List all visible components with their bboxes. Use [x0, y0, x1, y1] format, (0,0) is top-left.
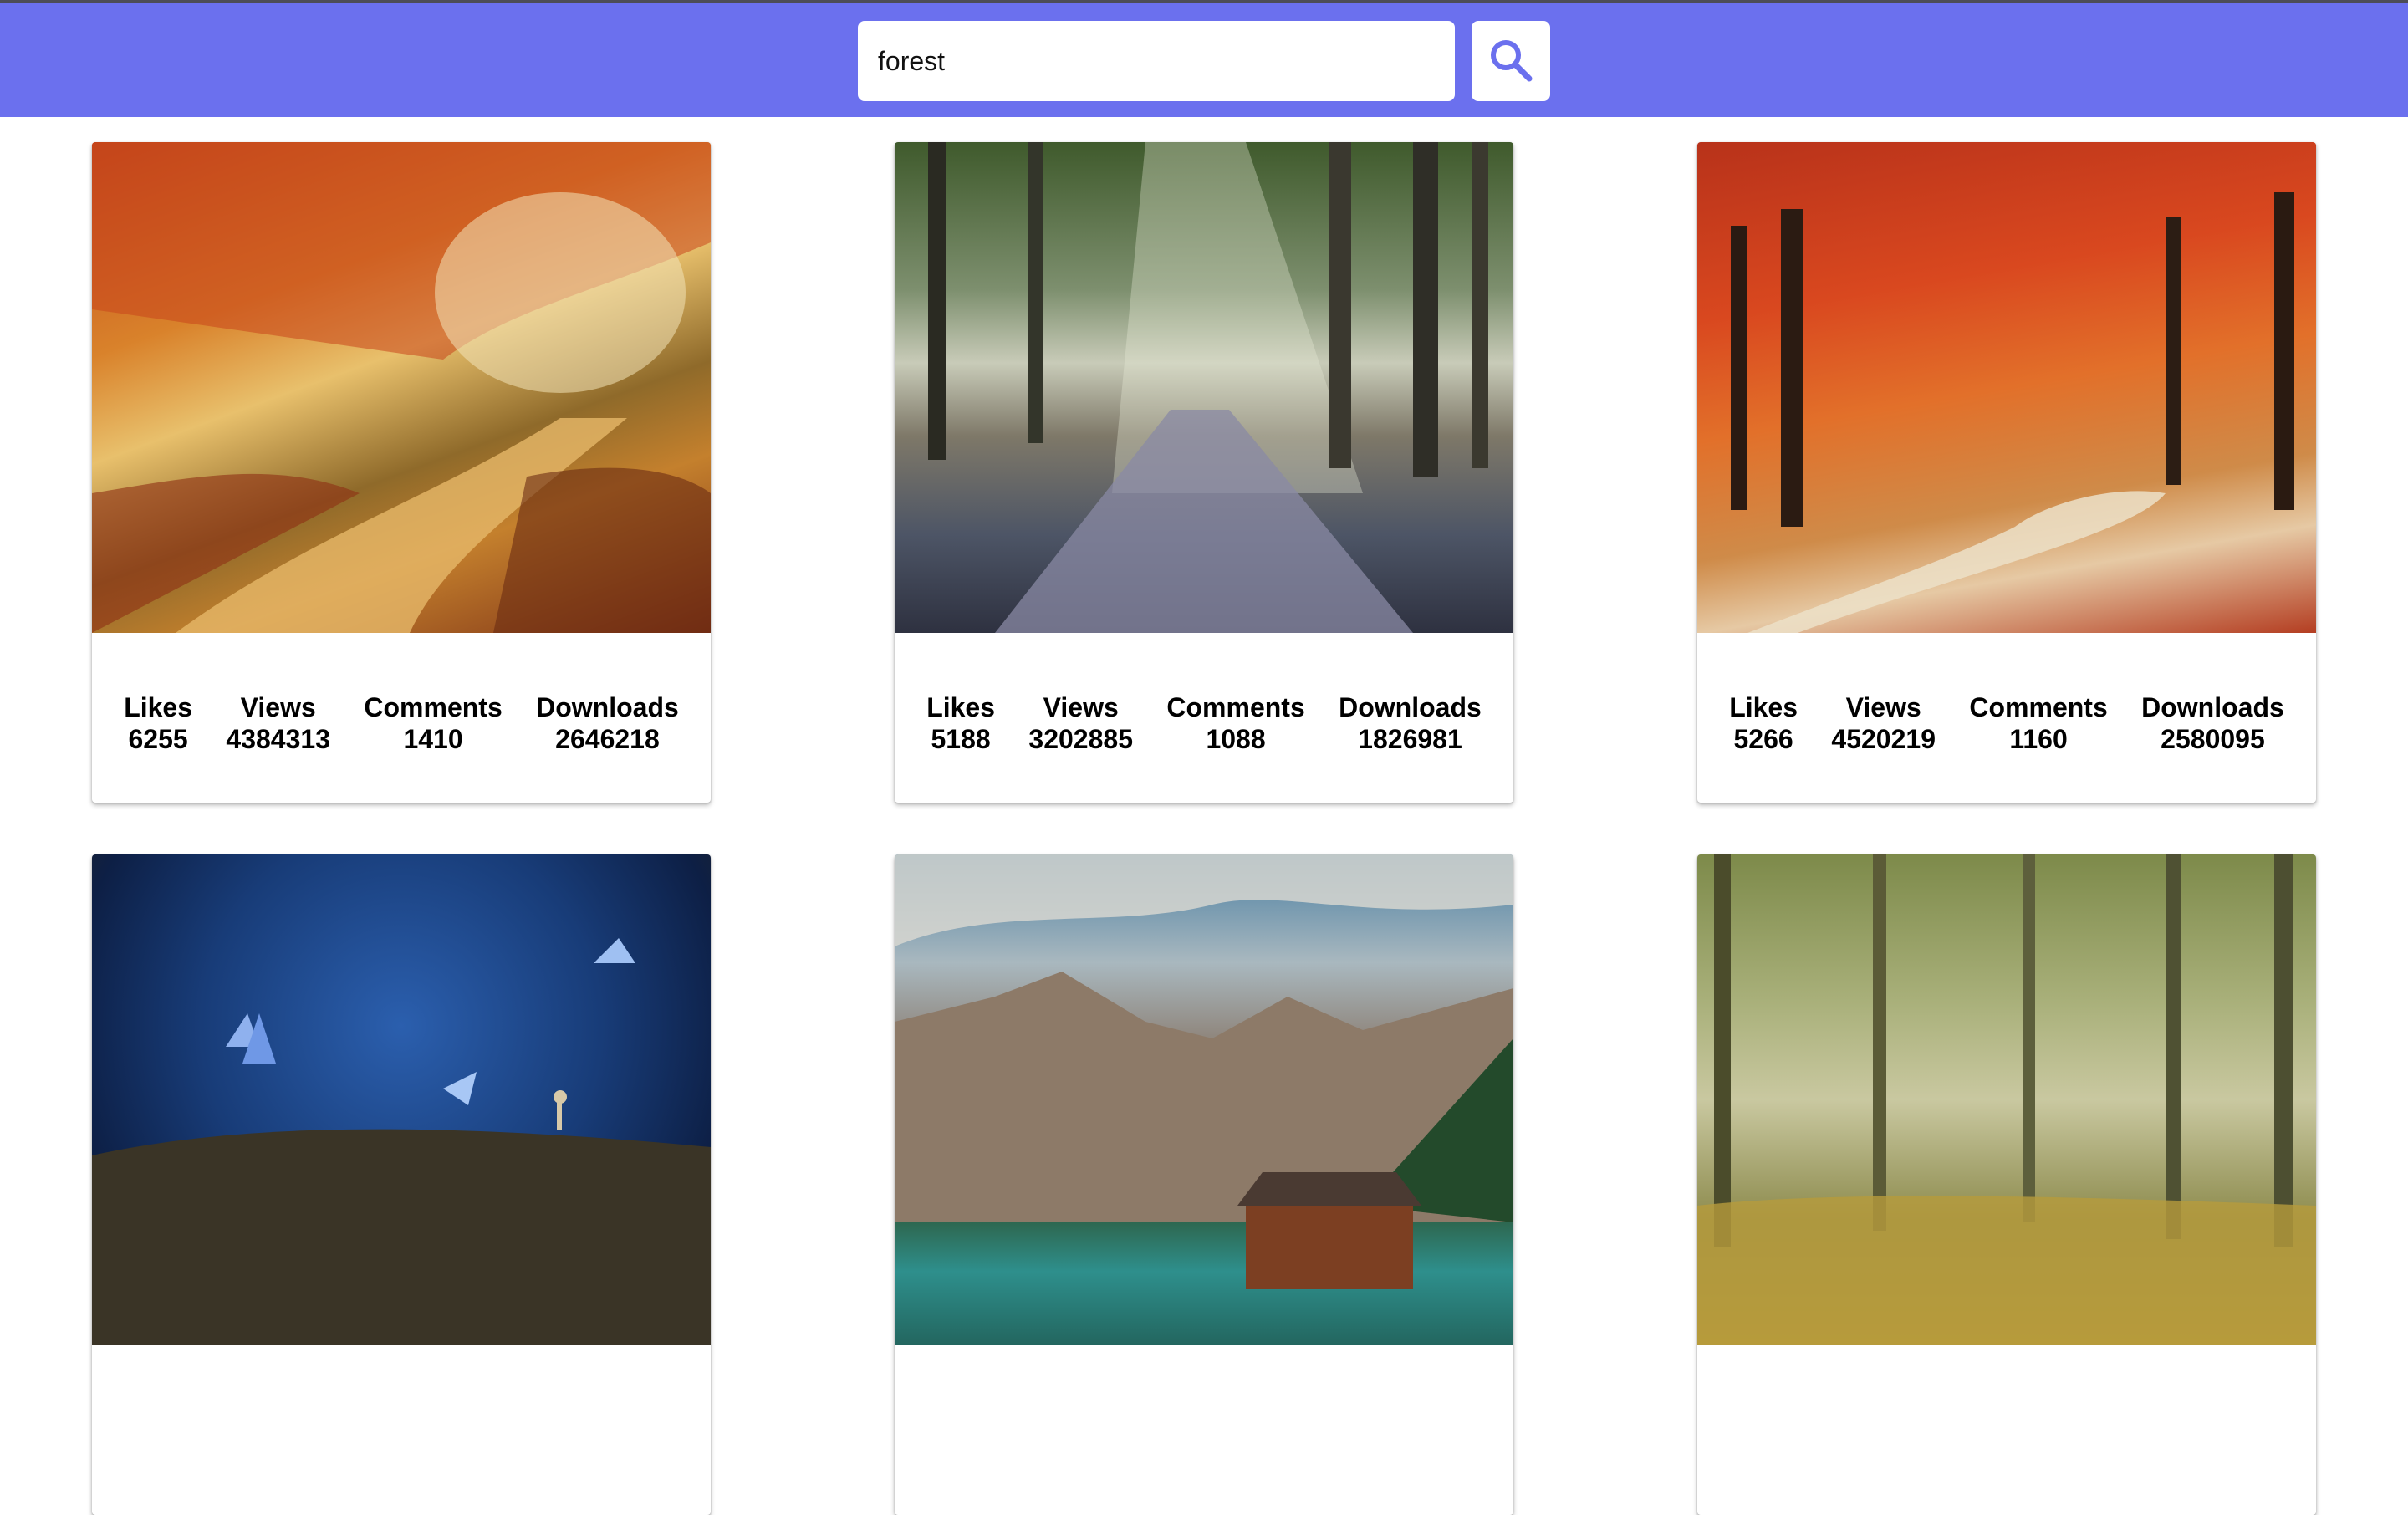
card-image-green-tree-forest[interactable] — [1697, 854, 2316, 1345]
card-image-blue-butterflies-forest[interactable] — [92, 854, 711, 1345]
search-input[interactable] — [858, 21, 1455, 101]
image-card[interactable]: Likes 5188 Views 3202885 Comments 1088 D… — [895, 142, 1513, 803]
comments-label: Comments — [1166, 692, 1305, 722]
downloads-stat: Downloads 2580095 — [2141, 691, 2284, 755]
downloads-stat: Downloads 1826981 — [1339, 691, 1482, 755]
card-image-autumn-forest-road[interactable] — [92, 142, 711, 633]
card-image-mountain-lake-cabin[interactable] — [895, 854, 1513, 1345]
likes-label: Likes — [1729, 692, 1798, 722]
views-value: 4520219 — [1831, 724, 1936, 754]
search-icon — [1487, 37, 1534, 86]
likes-stat: Likes 6255 — [124, 691, 192, 755]
comments-value: 1088 — [1206, 724, 1266, 754]
likes-value: 6255 — [128, 724, 188, 754]
card-stats: Likes 5266 Views 4520219 Comments 1160 D… — [1697, 691, 2316, 755]
downloads-label: Downloads — [536, 692, 679, 722]
card-image-sunlit-forest-path[interactable] — [895, 142, 1513, 633]
search-form — [858, 21, 1550, 101]
header-bar — [0, 0, 2408, 117]
downloads-value: 2580095 — [2161, 724, 2265, 754]
views-stat: Views 3202885 — [1028, 691, 1133, 755]
image-card[interactable] — [1697, 854, 2316, 1515]
comments-stat: Comments 1410 — [364, 691, 502, 755]
likes-stat: Likes 5266 — [1729, 691, 1798, 755]
comments-stat: Comments 1088 — [1166, 691, 1304, 755]
card-stats: Likes 5188 Views 3202885 Comments 1088 D… — [895, 691, 1513, 755]
downloads-label: Downloads — [1339, 692, 1482, 722]
views-value: 3202885 — [1028, 724, 1133, 754]
card-stats: Likes 6255 Views 4384313 Comments 1410 D… — [92, 691, 711, 755]
views-label: Views — [1043, 692, 1119, 722]
comments-label: Comments — [1969, 692, 2108, 722]
comments-value: 1160 — [2009, 724, 2068, 754]
views-label: Views — [240, 692, 316, 722]
downloads-label: Downloads — [2141, 692, 2284, 722]
views-stat: Views 4520219 — [1831, 691, 1936, 755]
image-card[interactable] — [895, 854, 1513, 1515]
views-value: 4384313 — [226, 724, 330, 754]
comments-label: Comments — [364, 692, 503, 722]
likes-value: 5188 — [931, 724, 991, 754]
downloads-value: 2646218 — [555, 724, 660, 754]
views-label: Views — [1845, 692, 1921, 722]
likes-stat: Likes 5188 — [926, 691, 995, 755]
image-card[interactable]: Likes 5266 Views 4520219 Comments 1160 D… — [1697, 142, 2316, 803]
image-gallery: Likes 6255 Views 4384313 Comments 1410 D… — [92, 142, 2316, 1515]
comments-value: 1410 — [403, 724, 463, 754]
likes-label: Likes — [124, 692, 193, 722]
image-card[interactable] — [92, 854, 711, 1515]
downloads-stat: Downloads 2646218 — [536, 691, 679, 755]
search-button[interactable] — [1472, 21, 1550, 101]
image-card[interactable]: Likes 6255 Views 4384313 Comments 1410 D… — [92, 142, 711, 803]
views-stat: Views 4384313 — [226, 691, 330, 755]
card-image-red-autumn-forest[interactable] — [1697, 142, 2316, 633]
comments-stat: Comments 1160 — [1969, 691, 2107, 755]
likes-label: Likes — [926, 692, 996, 722]
downloads-value: 1826981 — [1358, 724, 1462, 754]
likes-value: 5266 — [1733, 724, 1793, 754]
